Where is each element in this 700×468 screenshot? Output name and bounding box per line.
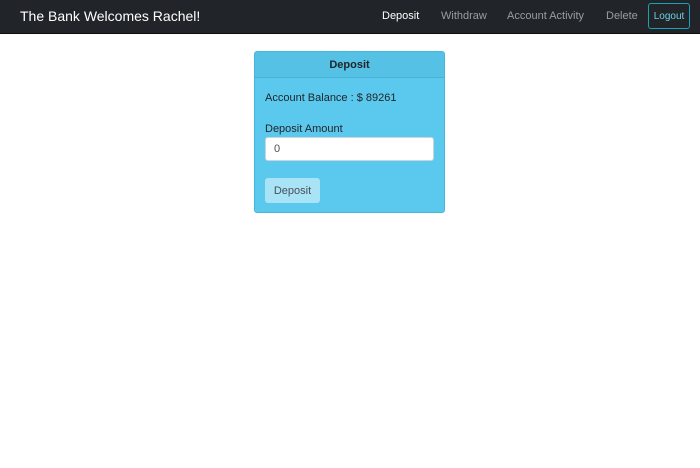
deposit-amount-label: Deposit Amount xyxy=(265,123,343,135)
deposit-card-header: Deposit xyxy=(255,52,444,78)
deposit-amount-input[interactable] xyxy=(265,137,434,161)
nav-link-withdraw[interactable]: Withdraw xyxy=(441,10,487,22)
account-balance-label: Account Balance : $ xyxy=(265,92,363,104)
deposit-submit-button[interactable]: Deposit xyxy=(265,178,320,203)
nav-link-delete[interactable]: Delete xyxy=(606,10,638,22)
top-navbar: The Bank Welcomes Rachel! Deposit Withdr… xyxy=(0,0,700,34)
nav-link-deposit[interactable]: Deposit xyxy=(382,10,419,22)
logout-button[interactable]: Logout xyxy=(648,3,690,29)
brand-title[interactable]: The Bank Welcomes Rachel! xyxy=(20,8,200,24)
account-balance-value: 89261 xyxy=(365,92,397,104)
deposit-card: Deposit Account Balance : $ 89261 Deposi… xyxy=(254,51,445,213)
nav-link-account-activity[interactable]: Account Activity xyxy=(507,10,584,22)
account-balance: Account Balance : $ 89261 xyxy=(265,92,397,104)
